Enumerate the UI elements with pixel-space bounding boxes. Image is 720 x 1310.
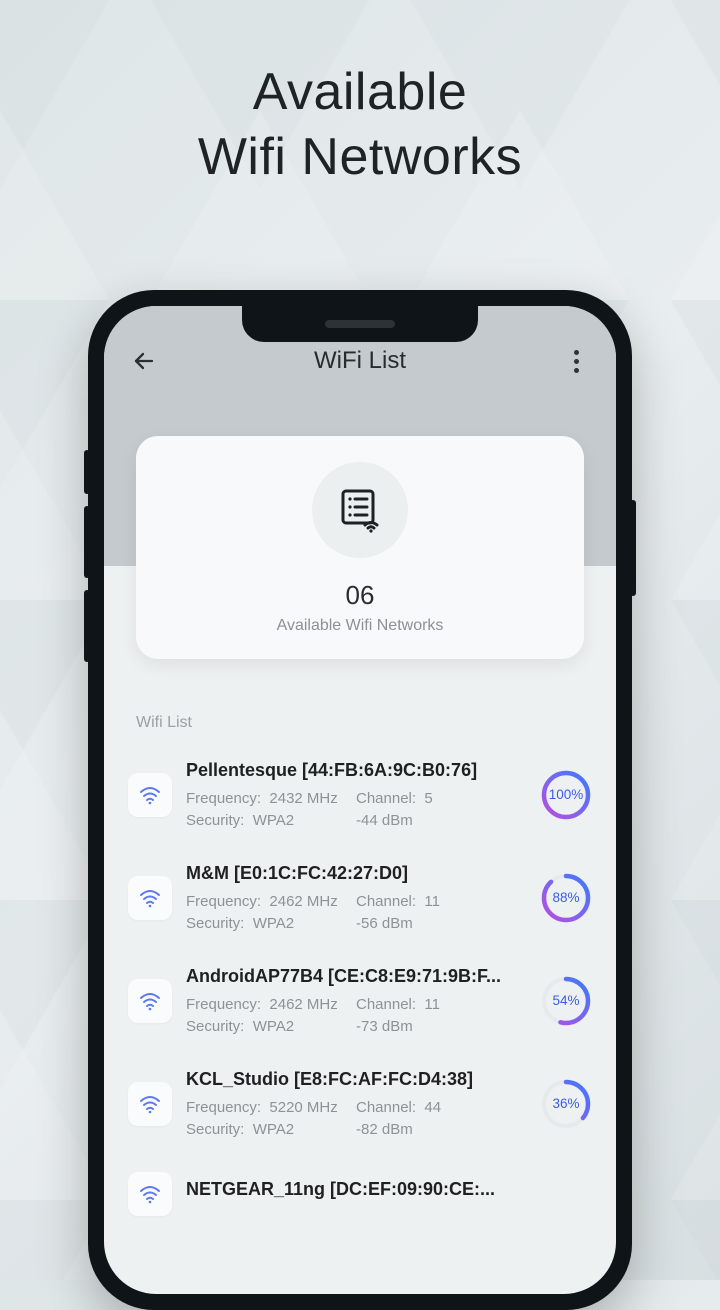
wifi-body: AndroidAP77B4 [CE:C8:E9:71:9B:F... Frequ… xyxy=(186,966,526,1035)
channel-cell: Channel: 5 xyxy=(356,790,526,807)
overflow-menu-button[interactable] xyxy=(558,343,594,379)
wifi-list-document-icon xyxy=(335,485,385,535)
signal-percent: 54% xyxy=(540,975,592,1027)
frequency-cell: Frequency: 2462 MHz xyxy=(186,996,356,1013)
wifi-list[interactable]: Pellentesque [44:FB:6A:9C:B0:76] Frequen… xyxy=(124,746,596,1294)
wifi-body: NETGEAR_11ng [DC:EF:09:90:CE:... xyxy=(186,1179,592,1209)
signal-ring: 54% xyxy=(540,975,592,1027)
frequency-cell: Frequency: 2462 MHz xyxy=(186,893,356,910)
channel-cell: Channel: 11 xyxy=(356,996,526,1013)
summary-label: Available Wifi Networks xyxy=(156,617,564,635)
wifi-icon xyxy=(138,783,162,807)
signal-ring: 36% xyxy=(540,1078,592,1130)
dbm-cell: -44 dBm xyxy=(356,812,526,829)
wifi-meta: Frequency: 2432 MHz Channel: 5 Security:… xyxy=(186,790,526,829)
channel-cell: Channel: 11 xyxy=(356,893,526,910)
list-heading: Wifi List xyxy=(136,714,192,732)
signal-percent: 88% xyxy=(540,872,592,924)
back-arrow-icon xyxy=(132,349,156,373)
more-vertical-icon xyxy=(574,350,579,373)
wifi-item[interactable]: NETGEAR_11ng [DC:EF:09:90:CE:... xyxy=(124,1158,596,1236)
security-cell: Security: WPA2 xyxy=(186,1018,356,1035)
security-cell: Security: WPA2 xyxy=(186,1121,356,1138)
signal-ring: 100% xyxy=(540,769,592,821)
dbm-cell: -73 dBm xyxy=(356,1018,526,1035)
phone-frame: WiFi List xyxy=(88,290,632,1310)
summary-card: 06 Available Wifi Networks xyxy=(136,436,584,659)
wifi-icon-box xyxy=(128,1082,172,1126)
summary-icon-wrap xyxy=(312,462,408,558)
wifi-body: Pellentesque [44:FB:6A:9C:B0:76] Frequen… xyxy=(186,760,526,829)
security-cell: Security: WPA2 xyxy=(186,812,356,829)
dbm-cell: -82 dBm xyxy=(356,1121,526,1138)
channel-cell: Channel: 44 xyxy=(356,1099,526,1116)
wifi-icon-box xyxy=(128,773,172,817)
wifi-icon xyxy=(138,886,162,910)
wifi-body: M&M [E0:1C:FC:42:27:D0] Frequency: 2462 … xyxy=(186,863,526,932)
wifi-meta: Frequency: 2462 MHz Channel: 11 Security… xyxy=(186,996,526,1035)
promo-title-line1: Available xyxy=(0,60,720,125)
frequency-cell: Frequency: 5220 MHz xyxy=(186,1099,356,1116)
volume-button xyxy=(84,506,90,578)
volume-button xyxy=(84,450,90,494)
power-button xyxy=(630,500,636,596)
wifi-name: AndroidAP77B4 [CE:C8:E9:71:9B:F... xyxy=(186,966,526,987)
wifi-meta: Frequency: 2462 MHz Channel: 11 Security… xyxy=(186,893,526,932)
back-button[interactable] xyxy=(126,343,162,379)
wifi-icon xyxy=(138,1182,162,1206)
promo-title-line2: Wifi Networks xyxy=(0,125,720,190)
wifi-icon xyxy=(138,1092,162,1116)
summary-count: 06 xyxy=(156,580,564,611)
wifi-name: NETGEAR_11ng [DC:EF:09:90:CE:... xyxy=(186,1179,592,1200)
security-cell: Security: WPA2 xyxy=(186,915,356,932)
wifi-name: Pellentesque [44:FB:6A:9C:B0:76] xyxy=(186,760,526,781)
app-title: WiFi List xyxy=(162,347,558,375)
wifi-item[interactable]: Pellentesque [44:FB:6A:9C:B0:76] Frequen… xyxy=(124,746,596,849)
wifi-item[interactable]: AndroidAP77B4 [CE:C8:E9:71:9B:F... Frequ… xyxy=(124,952,596,1055)
wifi-name: M&M [E0:1C:FC:42:27:D0] xyxy=(186,863,526,884)
phone-notch xyxy=(242,306,478,342)
wifi-item[interactable]: KCL_Studio [E8:FC:AF:FC:D4:38] Frequency… xyxy=(124,1055,596,1158)
wifi-icon-box xyxy=(128,979,172,1023)
volume-button xyxy=(84,590,90,662)
frequency-cell: Frequency: 2432 MHz xyxy=(186,790,356,807)
signal-percent: 36% xyxy=(540,1078,592,1130)
wifi-name: KCL_Studio [E8:FC:AF:FC:D4:38] xyxy=(186,1069,526,1090)
promo-title: Available Wifi Networks xyxy=(0,0,720,190)
wifi-item[interactable]: M&M [E0:1C:FC:42:27:D0] Frequency: 2462 … xyxy=(124,849,596,952)
phone-screen: WiFi List xyxy=(104,306,616,1294)
dbm-cell: -56 dBm xyxy=(356,915,526,932)
wifi-meta: Frequency: 5220 MHz Channel: 44 Security… xyxy=(186,1099,526,1138)
wifi-icon-box xyxy=(128,876,172,920)
signal-ring: 88% xyxy=(540,872,592,924)
wifi-body: KCL_Studio [E8:FC:AF:FC:D4:38] Frequency… xyxy=(186,1069,526,1138)
wifi-icon-box xyxy=(128,1172,172,1216)
wifi-icon xyxy=(138,989,162,1013)
signal-percent: 100% xyxy=(540,769,592,821)
